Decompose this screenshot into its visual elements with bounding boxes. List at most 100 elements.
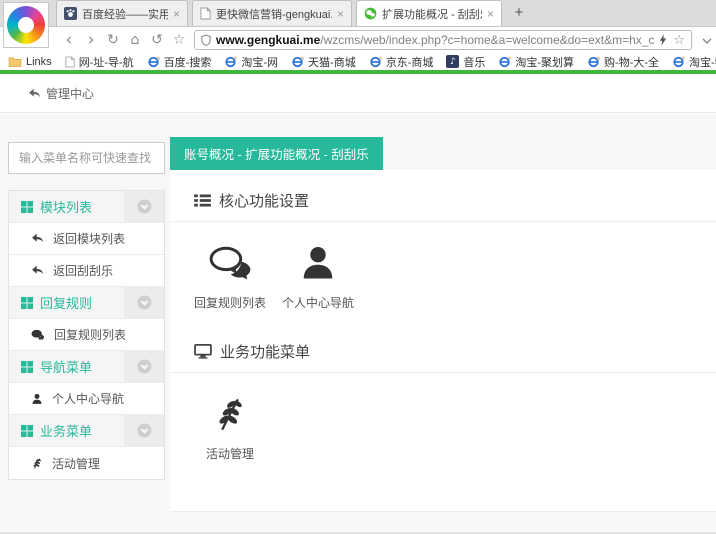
home-icon[interactable]: ⌂ xyxy=(124,32,146,48)
url-dropdown-icon[interactable] xyxy=(698,31,716,49)
ie-icon xyxy=(587,55,600,68)
bookmark-label: 天猫-商城 xyxy=(308,56,356,69)
ie-icon xyxy=(147,55,160,68)
bookmark-label: 百度-搜索 xyxy=(163,56,212,69)
comments-icon xyxy=(31,329,45,341)
bookmark-item[interactable]: 淘宝-聚划算 xyxy=(498,54,574,70)
chevron-down-circle-icon[interactable] xyxy=(124,351,164,382)
module-reply-rule-list[interactable]: 回复规则列表 xyxy=(190,238,270,311)
baidu-jingyan-favicon xyxy=(64,7,77,20)
bookmark-label: 京东-商城 xyxy=(385,56,434,69)
tab-extension-overview[interactable]: 扩展功能概况 - 刮刮乐 - 更 × xyxy=(356,0,502,26)
sidebar-item-label: 返回刮刮乐 xyxy=(53,264,114,278)
browser-logo[interactable] xyxy=(3,2,49,48)
sidebar-section-reply-rules[interactable]: 回复规则 xyxy=(9,287,164,319)
sidebar-section-nav-menu[interactable]: 导航菜单 xyxy=(9,351,164,383)
user-icon xyxy=(31,393,43,405)
bookmark-item[interactable]: ♪ 音乐 xyxy=(446,54,485,70)
page-title: 管理中心 xyxy=(46,86,95,101)
bookmarks-bar: Links 网-址-导-航 百度-搜索 淘宝-网 天猫-商城 京东-商城 ♪ 音… xyxy=(0,53,716,70)
bookmark-label: 音乐 xyxy=(463,56,486,69)
reply-icon xyxy=(28,88,41,99)
bookmark-item[interactable]: 淘宝-网 xyxy=(224,54,278,70)
chevron-down-circle-icon[interactable] xyxy=(124,287,164,318)
module-label: 活动管理 xyxy=(205,447,254,461)
grid-icon xyxy=(21,200,33,213)
sidebar-item-activity-management[interactable]: 活动管理 xyxy=(9,447,164,479)
grid-icon xyxy=(21,360,33,373)
sidebar-item-return-guaguale[interactable]: 返回刮刮乐 xyxy=(9,255,164,287)
bookmark-links-folder[interactable]: Links xyxy=(8,56,52,68)
section-title: 业务功能菜单 xyxy=(170,321,716,372)
url-path: /wzcms/web/index.php?c=home&a=welcome&do… xyxy=(320,33,655,47)
new-tab-button[interactable]: + xyxy=(506,2,532,24)
close-icon[interactable]: × xyxy=(173,8,180,20)
pagelines-icon xyxy=(31,457,43,470)
module-personal-center-nav[interactable]: 个人中心导航 xyxy=(278,238,358,311)
bookmark-item[interactable]: 百度-搜索 xyxy=(147,54,212,70)
bookmark-item[interactable]: 天猫-商城 xyxy=(291,54,356,70)
grid-icon xyxy=(21,424,33,437)
wechat-favicon xyxy=(364,7,377,20)
section-title: 核心功能设置 xyxy=(170,170,716,221)
chevron-down-circle-icon[interactable] xyxy=(124,415,164,446)
tab-gengkuai-home[interactable]: 更快微信营销-gengkuai.m × xyxy=(192,0,352,26)
page-header: 管理中心 xyxy=(0,74,716,113)
address-bar: ‹ › ↻ ⌂ ↺ ☆ www.gengkuai.me/wzcms/web/in… xyxy=(0,27,716,53)
forward-icon[interactable]: › xyxy=(80,30,102,50)
bookmark-star-icon[interactable]: ☆ xyxy=(673,33,685,48)
sidebar-section-module-list[interactable]: 模块列表 xyxy=(9,191,164,223)
bookmark-item[interactable]: 京东-商城 xyxy=(369,54,434,70)
menu-search-input[interactable] xyxy=(8,142,165,174)
reply-icon xyxy=(31,233,44,244)
module-activity-management[interactable]: 活动管理 xyxy=(190,389,270,462)
sidebar-section-label: 导航菜单 xyxy=(40,360,93,375)
sidebar-item-personal-center-nav[interactable]: 个人中心导航 xyxy=(9,383,164,415)
ie-icon xyxy=(498,55,511,68)
content-panel: 核心功能设置 回复规则列表 个人中心导航 业务功能菜单 活动管理 xyxy=(170,170,716,512)
sidebar-item-reply-rule-list[interactable]: 回复规则列表 xyxy=(9,319,164,351)
chevron-down-circle-icon[interactable] xyxy=(124,191,164,222)
module-label: 回复规则列表 xyxy=(193,296,266,310)
lightning-icon[interactable] xyxy=(659,34,667,46)
grid-icon xyxy=(21,296,33,309)
bookmark-item[interactable]: 网-址-导-航 xyxy=(65,54,134,70)
back-icon[interactable]: ‹ xyxy=(58,30,80,50)
breadcrumb: 账号概况 - 扩展功能概况 - 刮刮乐 xyxy=(184,148,369,162)
bookmark-label: 淘宝-聚划算 xyxy=(515,56,575,69)
close-icon[interactable]: × xyxy=(487,8,494,20)
module-label: 个人中心导航 xyxy=(281,296,354,310)
undo-icon[interactable]: ↺ xyxy=(146,32,168,48)
url-domain: www.gengkuai.me xyxy=(216,33,321,47)
desktop-icon xyxy=(194,344,212,359)
comments-icon xyxy=(208,244,252,282)
pagelines-icon xyxy=(212,395,248,433)
tab-baidu-jingyan[interactable]: 百度经验——实用生活指南 × xyxy=(56,0,188,26)
bookmark-label: 淘宝-网 xyxy=(241,56,279,69)
sidebar-item-label: 活动管理 xyxy=(52,456,101,471)
ie-icon xyxy=(291,55,304,68)
sidebar-section-label: 回复规则 xyxy=(40,296,93,311)
page-icon xyxy=(200,7,211,20)
url-field[interactable]: www.gengkuai.me/wzcms/web/index.php?c=ho… xyxy=(194,30,692,50)
reload-icon[interactable]: ↻ xyxy=(102,32,124,48)
music-icon: ♪ xyxy=(446,55,460,68)
section-title-text: 业务功能菜单 xyxy=(220,344,311,361)
bookmark-item[interactable]: 购-物-大-全 xyxy=(587,54,659,70)
favorites-star-icon[interactable]: ☆ xyxy=(168,32,190,48)
section-title-text: 核心功能设置 xyxy=(219,193,310,210)
ie-icon xyxy=(224,55,237,68)
sidebar-section-business-menu[interactable]: 业务菜单 xyxy=(9,415,164,447)
bookmark-item[interactable]: 淘宝-特卖 xyxy=(672,54,716,70)
bookmark-label: 购-物-大-全 xyxy=(604,56,660,69)
ie-icon xyxy=(369,55,382,68)
close-icon[interactable]: × xyxy=(337,8,344,20)
folder-icon xyxy=(8,56,22,67)
page-body: 模块列表 返回模块列表 返回刮刮乐 xyxy=(0,114,716,532)
url-text: www.gengkuai.me/wzcms/web/index.php?c=ho… xyxy=(216,33,654,47)
active-breadcrumb-tab[interactable]: 账号概况 - 扩展功能概况 - 刮刮乐 xyxy=(170,137,383,170)
sidebar-item-label: 个人中心导航 xyxy=(52,392,125,406)
sidebar-item-return-module-list[interactable]: 返回模块列表 xyxy=(9,223,164,255)
module-grid: 活动管理 xyxy=(170,373,716,472)
list-icon xyxy=(194,194,211,207)
